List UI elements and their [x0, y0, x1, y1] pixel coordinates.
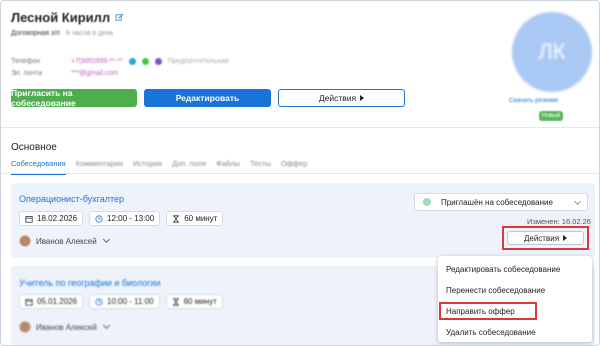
edit-icon[interactable]: [115, 13, 124, 22]
chevron-down-icon: [102, 235, 110, 244]
interviewer-name: Иванов Алексей: [36, 322, 97, 332]
contact-label: Телефон: [11, 57, 41, 65]
duration-chip: 60 минут: [166, 211, 224, 226]
contact-label: Эл. почта: [11, 69, 42, 77]
hourglass-icon: [172, 297, 179, 306]
interviewer-name: Иванов Алексей: [36, 236, 97, 246]
section-title: Основное: [11, 142, 57, 153]
preferred-label: Предпочтительная: [167, 57, 229, 65]
divider: [1, 127, 599, 128]
chevron-down-icon: [573, 197, 582, 206]
date-chip: 05.01.2026: [19, 294, 84, 309]
chevron-down-icon: [102, 321, 110, 330]
clock-icon: [95, 297, 103, 306]
viber-icon[interactable]: [154, 57, 162, 65]
actions-menu: Редактировать собеседование Перенести со…: [438, 256, 592, 342]
interview-time: 10:00 - 11:00: [107, 297, 154, 306]
menu-item-reschedule-interview[interactable]: Перенести собеседование: [446, 286, 545, 295]
calendar-icon: [25, 215, 33, 223]
time-chip: 10:00 - 11:00: [89, 294, 160, 309]
vacancy-title[interactable]: Операционист-бухгалтер: [19, 194, 124, 204]
candidate-page: Лесной Кирилл Договорная з/п 6 часов в д…: [0, 0, 600, 346]
interview-meta: 18.02.2026 12:00 - 13:00 60 минут: [19, 211, 224, 226]
edit-button[interactable]: Редактировать: [144, 89, 271, 107]
interview-duration: 60 минут: [184, 214, 218, 223]
contact-phone-row: Телефон +7(985)999-**-** Предпочтительна…: [11, 55, 229, 67]
download-resume-link[interactable]: Скачать резюме: [509, 97, 558, 104]
contract-note: 6 часов в день: [65, 30, 114, 37]
status-badge: Новый: [539, 111, 563, 121]
vacancy-title[interactable]: Учитель по географии и биологии: [19, 278, 161, 288]
card-actions-label: Действия: [523, 233, 560, 243]
status-label: Приглашён на собеседование: [441, 197, 553, 207]
caret-right-icon: [360, 95, 365, 101]
invite-button[interactable]: Пригласить на собеседование: [11, 88, 137, 108]
telegram-icon[interactable]: [128, 57, 136, 65]
time-chip: 12:00 - 13:00: [89, 211, 161, 226]
highlight-box: [439, 302, 537, 320]
interviewer-avatar: [19, 321, 31, 333]
clock-icon: [95, 214, 103, 223]
changed-date: Изменен: 16.02.26: [527, 217, 591, 226]
contact-email-row: Эл. почта ***@gmail.com: [11, 67, 229, 79]
status-select[interactable]: Приглашён на собеседование: [414, 193, 588, 211]
calendar-icon: [25, 298, 33, 306]
interview-date: 05.01.2026: [37, 297, 78, 306]
highlight-box: Действия: [502, 226, 589, 250]
date-chip: 18.02.2026: [19, 211, 84, 226]
contract-type: Договорная з/п: [11, 30, 60, 37]
hourglass-icon: [173, 214, 180, 223]
caret-right-icon: [563, 235, 568, 241]
interviewer[interactable]: Иванов Алексей: [19, 321, 110, 333]
candidate-name: Лесной Кирилл: [11, 10, 111, 25]
candidate-subline: Договорная з/п 6 часов в день: [11, 30, 114, 37]
card-actions-button[interactable]: Действия: [507, 231, 584, 245]
actions-label: Действия: [318, 93, 357, 103]
candidate-header: Лесной Кирилл: [11, 10, 124, 25]
interviewer[interactable]: Иванов Алексей: [19, 235, 110, 247]
interview-duration: 60 минут: [183, 297, 217, 306]
interview-card: Операционист-бухгалтер 18.02.2026 12:00 …: [11, 183, 595, 258]
menu-item-delete-interview[interactable]: Удалить собеседование: [446, 328, 536, 337]
interviewer-avatar: [19, 235, 31, 247]
interview-time: 12:00 - 13:00: [107, 214, 155, 223]
menu-item-edit-interview[interactable]: Редактировать собеседование: [446, 265, 560, 274]
interview-date: 18.02.2026: [37, 214, 78, 223]
email-value[interactable]: ***@gmail.com: [71, 70, 118, 77]
contacts-block: Телефон +7(985)999-**-** Предпочтительна…: [11, 55, 229, 79]
phone-value[interactable]: +7(985)999-**-**: [71, 58, 123, 65]
status-dot: [423, 198, 431, 206]
interview-meta: 05.01.2026 10:00 - 11:00 60 минут: [19, 294, 223, 309]
avatar: ЛК: [512, 12, 592, 92]
duration-chip: 60 минут: [165, 294, 223, 309]
tabs-divider: [1, 173, 599, 174]
whatsapp-icon[interactable]: [141, 57, 149, 65]
actions-button[interactable]: Действия: [278, 89, 405, 107]
